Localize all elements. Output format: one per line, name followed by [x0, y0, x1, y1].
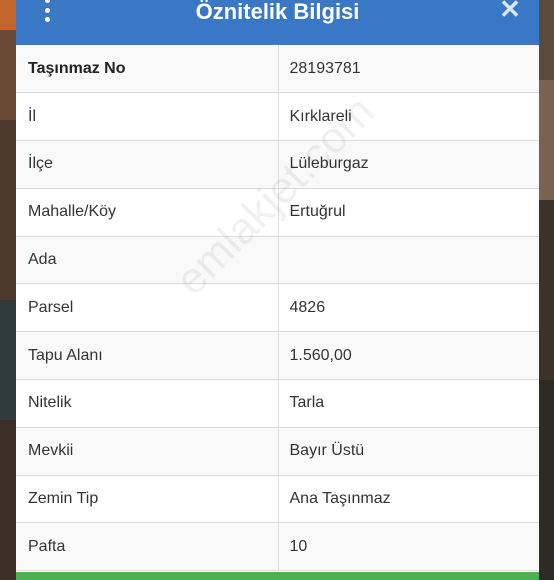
attribute-value: 1.560,00 — [278, 331, 539, 381]
background-left — [0, 0, 16, 580]
attribute-value: Ertuğrul — [278, 188, 539, 237]
attribute-info-dialog: Öznitelik Bilgisi ✕ Taşınmaz No 28193781 İ… — [16, 0, 539, 580]
attribute-value: Tarla — [278, 379, 539, 428]
attribute-value: 28193781 — [278, 45, 539, 94]
table-row: Zemin Tip Ana Taşınmaz — [16, 475, 539, 524]
attribute-key: Ada — [16, 236, 279, 285]
attribute-key: Pafta — [16, 522, 279, 572]
attribute-value: Ana Taşınmaz — [278, 475, 539, 524]
attribute-value: Kırklareli — [278, 92, 539, 142]
table-row: İl Kırklareli — [16, 92, 539, 142]
attribute-value: Lüleburgaz — [278, 140, 539, 189]
table-row: Mahalle/Köy Ertuğrul — [16, 188, 539, 237]
attribute-key: İl — [16, 92, 279, 142]
attribute-value: Bayır Üstü — [278, 427, 539, 476]
close-icon[interactable]: ✕ — [499, 0, 521, 22]
background-right — [538, 0, 554, 580]
attribute-key: Mahalle/Köy — [16, 188, 279, 237]
table-row: İlçe Lüleburgaz — [16, 140, 539, 189]
table-row: Nitelik Tarla — [16, 379, 539, 428]
table-row: Parsel 4826 — [16, 283, 539, 333]
attribute-key: Zemin Tip — [16, 475, 279, 524]
attribute-key: Nitelik — [16, 379, 279, 428]
table-row: Taşınmaz No 28193781 — [16, 45, 539, 94]
table-row: Pafta 10 — [16, 522, 539, 572]
kebab-menu-icon[interactable] — [42, 0, 52, 22]
dialog-title: Öznitelik Bilgisi — [195, 0, 360, 24]
attribute-key: Tapu Alanı — [16, 331, 279, 381]
attribute-key: İlçe — [16, 140, 279, 189]
dialog-titlebar: Öznitelik Bilgisi ✕ — [16, 0, 539, 45]
attribute-value: 4826 — [278, 283, 539, 333]
table-row: Tapu Alanı 1.560,00 — [16, 331, 539, 381]
attribute-key: Mevkii — [16, 427, 279, 476]
attribute-table: Taşınmaz No 28193781 İl Kırklareli İlçe Lüleb… — [16, 45, 539, 572]
footer-button-bar[interactable] — [16, 572, 539, 580]
attribute-value: 10 — [278, 522, 539, 572]
attribute-key: Parsel — [16, 283, 279, 333]
attribute-value — [278, 236, 539, 285]
attribute-key: Taşınmaz No — [16, 45, 279, 94]
table-row: Ada — [16, 236, 539, 285]
table-row: Mevkii Bayır Üstü — [16, 427, 539, 476]
